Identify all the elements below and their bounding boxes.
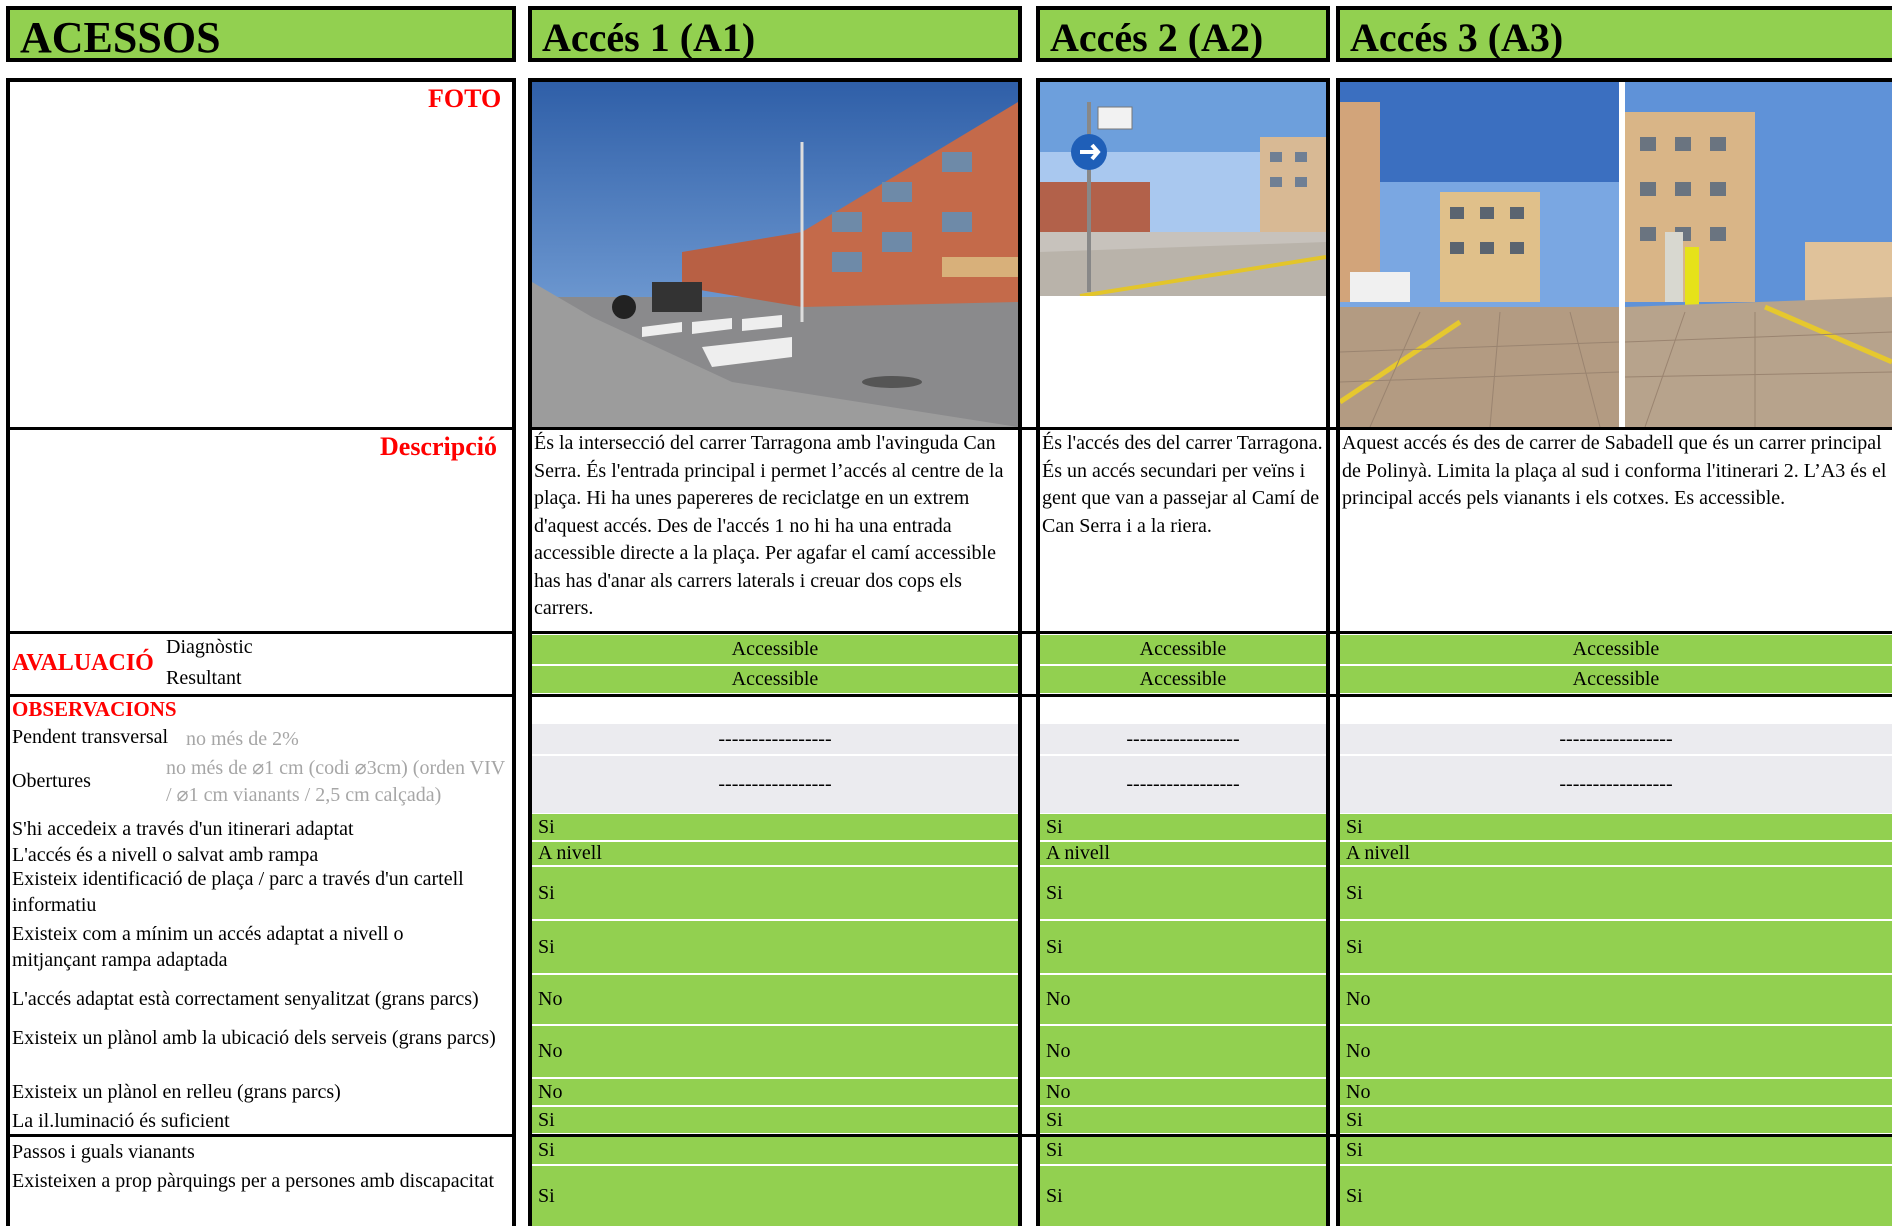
value-a1: Si xyxy=(532,921,1018,974)
row-label: L'accés és a nivell o salvat amb rampa xyxy=(12,843,319,866)
value-a3: No xyxy=(1340,1079,1892,1106)
value-a1: No xyxy=(532,975,1018,1025)
eval-diagnostic-a1: Accessible xyxy=(532,635,1018,665)
obertures-a2: ----------------- xyxy=(1040,756,1326,813)
row-label: Existeix com a mínim un accés adaptat a … xyxy=(12,923,404,971)
value-a1: Si xyxy=(532,867,1018,920)
pendent-label: Pendent transversal xyxy=(12,726,169,748)
eval-resultant-a3: Accessible xyxy=(1340,666,1892,694)
value-a2: No xyxy=(1040,1026,1326,1078)
divider xyxy=(528,1134,1892,1137)
value-a2: Si xyxy=(1040,814,1326,841)
description-a2: És l'accés des del carrer Tarragona. És … xyxy=(1042,432,1323,537)
value-a1: Si xyxy=(532,1107,1018,1134)
value-a2: No xyxy=(1040,975,1326,1025)
obertures-a1: ----------------- xyxy=(532,756,1018,813)
pendent-a2: ----------------- xyxy=(1040,724,1326,754)
row-label: La il.luminació és suficient xyxy=(12,1109,230,1132)
description-a1: És la intersecció del carrer Tarragona a… xyxy=(534,432,1004,619)
row-label: L'accés adaptat està correctament senyal… xyxy=(12,987,479,1010)
resultant-label: Resultant xyxy=(166,667,242,689)
obertures-sub: no més de ⌀1 cm (codi ⌀3cm) (orden VIV /… xyxy=(166,757,505,806)
value-a2: No xyxy=(1040,1079,1326,1106)
observacions-label: OBSERVACIONS xyxy=(12,697,177,721)
value-a1: A nivell xyxy=(532,842,1018,866)
obertures-label: Obertures xyxy=(12,770,91,792)
diagnostic-label: Diagnòstic xyxy=(166,636,253,658)
row-label: Existeix un plànol en relleu (grans parc… xyxy=(12,1080,341,1103)
row-label: S'hi accedeix a través d'un itinerari ad… xyxy=(12,817,354,840)
row-label: Existeixen a prop pàrquings per a person… xyxy=(12,1170,495,1192)
value-a1: Si xyxy=(532,814,1018,841)
value-a1: No xyxy=(532,1079,1018,1106)
value-a3: Si xyxy=(1340,921,1892,974)
value-a2: Si xyxy=(1040,1107,1326,1134)
value-a3: Si xyxy=(1340,814,1892,841)
divider xyxy=(528,694,1892,697)
value-a2: Si xyxy=(1040,867,1326,920)
col3-header: Accés 3 (A3) xyxy=(1336,6,1892,62)
photo-a3-right xyxy=(1625,82,1892,427)
divider xyxy=(6,1134,516,1137)
photo-a3-left xyxy=(1340,82,1619,427)
avaluacio-label: AVALUACIÓ xyxy=(12,650,154,676)
eval-resultant-a1: Accessible xyxy=(532,666,1018,694)
eval-diagnostic-a3: Accessible xyxy=(1340,635,1892,665)
value-a1: No xyxy=(532,1026,1018,1078)
description-a3: Aquest accés és des de carrer de Sabadel… xyxy=(1342,432,1887,509)
obertures-a3: ----------------- xyxy=(1340,756,1892,813)
value-a3: Si xyxy=(1340,867,1892,920)
col2-header: Accés 2 (A2) xyxy=(1036,6,1330,62)
photo-a2 xyxy=(1040,82,1326,296)
divider xyxy=(6,631,516,634)
foto-label: FOTO xyxy=(428,84,502,113)
eval-diagnostic-a2: Accessible xyxy=(1040,635,1326,665)
row-label: Existeix un plànol amb la ubicació dels … xyxy=(12,1027,496,1049)
value-a1: Si xyxy=(532,1137,1018,1165)
photo-a1 xyxy=(532,82,1018,427)
col1-header: Accés 1 (A1) xyxy=(528,6,1022,62)
divider xyxy=(528,631,1892,634)
value-a3: A nivell xyxy=(1340,842,1892,866)
pendent-sub: no més de 2% xyxy=(186,728,299,750)
descripcio-label: Descripció xyxy=(380,432,497,461)
value-a3: No xyxy=(1340,975,1892,1025)
main-header: ACESSOS xyxy=(6,6,516,62)
value-a2: Si xyxy=(1040,1166,1326,1226)
value-a2: Si xyxy=(1040,1137,1326,1165)
row-label: Existeix identificació de plaça / parc a… xyxy=(12,868,464,916)
row-label: Passos i guals vianants xyxy=(12,1140,195,1163)
value-a3: No xyxy=(1340,1026,1892,1078)
divider xyxy=(6,427,516,430)
eval-resultant-a2: Accessible xyxy=(1040,666,1326,694)
pendent-a3: ----------------- xyxy=(1340,724,1892,754)
value-a2: Si xyxy=(1040,921,1326,974)
value-a2: A nivell xyxy=(1040,842,1326,866)
value-a3: Si xyxy=(1340,1137,1892,1165)
value-a3: Si xyxy=(1340,1107,1892,1134)
pendent-a1: ----------------- xyxy=(532,724,1018,754)
value-a1: Si xyxy=(532,1166,1018,1226)
value-a3: Si xyxy=(1340,1166,1892,1226)
